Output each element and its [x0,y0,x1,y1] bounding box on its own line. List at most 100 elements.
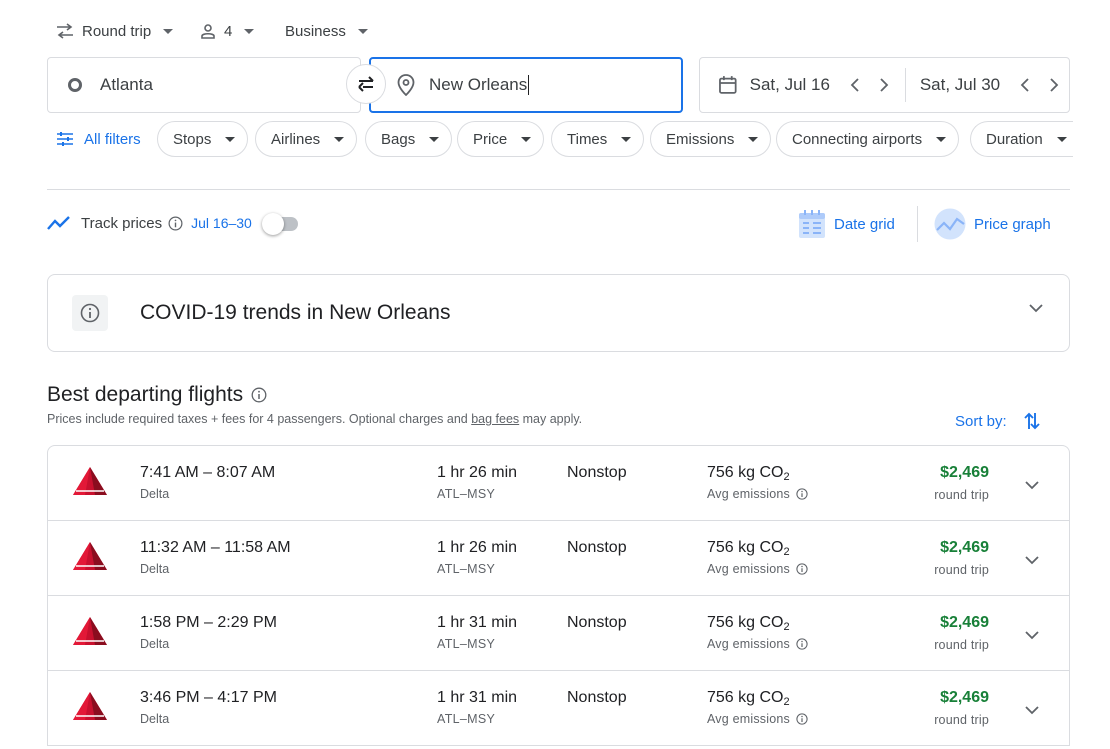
chevron-left-icon[interactable] [840,70,869,100]
passengers-select[interactable]: 4 [200,18,255,44]
divider [47,189,1070,190]
filter-chip-bags[interactable]: Bags [365,121,453,157]
flight-times: 7:41 AM – 8:07 AM [140,464,276,481]
chevron-down-icon [748,136,759,142]
return-date[interactable]: Sat, Jul 30 [920,75,1010,95]
all-filters-button[interactable]: All filters [56,121,141,157]
track-prices-row: Track prices Jul 16–30 [47,208,298,238]
passengers-count: 4 [224,22,233,40]
note-text: may apply. [519,412,583,426]
flight-stops: Nonstop [567,614,627,631]
track-dates: Jul 16–30 [191,215,252,231]
chevron-right-icon[interactable] [869,70,898,100]
filter-chip-connecting-airports[interactable]: Connecting airports [776,121,960,157]
filter-chip-duration[interactable]: Duration [970,121,1073,157]
trip-type-note: round trip [934,638,989,652]
all-filters-label: All filters [84,130,141,148]
tool-divider [917,206,918,242]
origin-circle-icon [68,78,82,92]
track-prices-label: Track prices [81,214,163,232]
delta-logo [73,467,107,495]
covid-trends-card[interactable]: COVID-19 trends in New Orleans [47,274,1070,352]
chevron-down-icon[interactable] [1029,303,1043,313]
info-icon[interactable] [796,488,808,500]
info-icon[interactable] [168,216,183,231]
flight-route: ATL–MSY [437,637,496,651]
emissions-label: Avg emissions [707,487,808,501]
origin-input[interactable]: Atlanta [47,57,361,113]
flight-row[interactable]: 7:41 AM – 8:07 AM Delta 1 hr 26 min ATL–… [48,446,1069,521]
info-icon[interactable] [796,638,808,650]
trip-type-select[interactable]: Round trip [56,18,174,44]
chevron-down-icon [621,136,632,142]
flight-row[interactable]: 3:46 PM – 4:17 PM Delta 1 hr 31 min ATL–… [48,671,1069,746]
text-cursor [528,75,530,95]
emissions-label: Avg emissions [707,637,808,651]
price-graph-button[interactable]: Price graph [934,207,1051,241]
flight-price: $2,469 [940,614,989,631]
chip-label: Airlines [271,130,321,148]
emissions-label: Avg emissions [707,712,808,726]
flight-route: ATL–MSY [437,487,496,501]
chevron-down-icon[interactable] [1017,695,1047,725]
airline-name: Delta [140,487,170,501]
chevron-down-icon[interactable] [1017,470,1047,500]
emissions-label: Avg emissions [707,562,808,576]
info-icon[interactable] [796,563,808,575]
flight-times: 1:58 PM – 2:29 PM [140,614,277,631]
bag-fees-link[interactable]: bag fees [471,412,519,426]
flight-duration: 1 hr 26 min [437,464,518,481]
cabin-class-select[interactable]: Business [285,18,368,44]
filter-chip-price[interactable]: Price [457,121,545,157]
chip-label: Duration [986,130,1043,148]
info-icon[interactable] [251,387,267,403]
cabin-class-label: Business [285,22,346,40]
trip-type-note: round trip [934,563,989,577]
co2-subscript: 2 [783,546,790,558]
swap-button[interactable] [346,64,386,104]
chevron-down-icon [936,136,947,142]
co2-value: 756 kg CO2 [707,614,790,633]
flight-row[interactable]: 11:32 AM – 11:58 AM Delta 1 hr 26 min AT… [48,521,1069,596]
info-icon[interactable] [796,713,808,725]
chevron-down-icon [357,28,368,34]
emissions-text: Avg emissions [707,712,790,726]
co2-text: 756 kg CO [707,464,784,481]
flight-times: 11:32 AM – 11:58 AM [140,539,291,556]
calendar-icon [719,76,737,94]
flight-times: 3:46 PM – 4:17 PM [140,689,277,706]
chevron-down-icon[interactable] [1017,620,1047,650]
flight-row[interactable]: 1:58 PM – 2:29 PM Delta 1 hr 31 min ATL–… [48,596,1069,671]
co2-value: 756 kg CO2 [707,689,790,708]
destination-input[interactable]: New Orleans [369,57,683,113]
sort-by-button[interactable]: Sort by: [955,409,1041,433]
emissions-text: Avg emissions [707,637,790,651]
chevron-right-icon[interactable] [1040,70,1069,100]
flight-price: $2,469 [940,464,989,481]
price-graph-label: Price graph [974,215,1051,233]
chip-label: Times [567,130,608,148]
delta-logo [73,542,107,570]
filter-chip-airlines[interactable]: Airlines [255,121,358,157]
chevron-down-icon [225,136,236,142]
dates-input[interactable]: Sat, Jul 16 Sat, Jul 30 [699,57,1070,113]
depart-date[interactable]: Sat, Jul 16 [750,75,840,95]
track-prices-toggle[interactable] [261,213,298,235]
filter-chip-times[interactable]: Times [551,121,645,157]
flight-price: $2,469 [940,689,989,706]
co2-text: 756 kg CO [707,539,784,556]
origin-value: Atlanta [100,75,153,94]
filter-chip-emissions[interactable]: Emissions [650,121,772,157]
filter-chip-stops[interactable]: Stops [157,121,249,157]
airline-name: Delta [140,562,170,576]
trip-type-note: round trip [934,488,989,502]
flight-route: ATL–MSY [437,562,496,576]
chip-label: Emissions [666,130,735,148]
flight-stops: Nonstop [567,689,627,706]
chevron-down-icon[interactable] [1017,545,1047,575]
chevron-down-icon [244,28,255,34]
chevron-left-icon[interactable] [1010,70,1039,100]
price-note: Prices include required taxes + fees for… [47,412,582,426]
delta-logo [73,692,107,720]
date-grid-button[interactable]: Date grid [798,207,895,241]
